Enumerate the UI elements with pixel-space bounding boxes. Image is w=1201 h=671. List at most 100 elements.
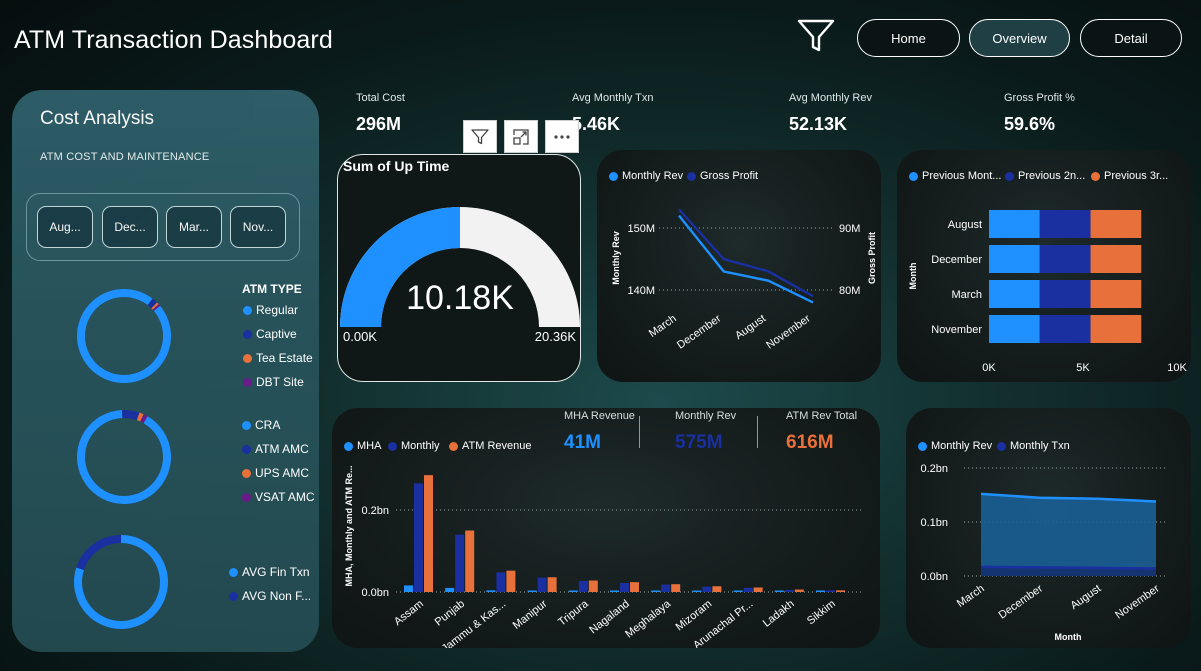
bar — [506, 570, 516, 592]
x-tick-label: November — [764, 312, 813, 351]
bar — [794, 589, 804, 592]
x-tick-label: December — [675, 312, 724, 351]
legend-label: Tea Estate — [256, 351, 313, 365]
bar — [784, 589, 794, 592]
area-monthly-rev — [981, 493, 1156, 576]
bar — [743, 587, 753, 592]
gauge-max: 20.36K — [534, 329, 576, 344]
bar — [486, 590, 496, 592]
x-tick-label: 0K — [982, 362, 996, 374]
slicer-august-button[interactable]: Aug... — [37, 206, 93, 248]
donut-slice-cra[interactable] — [77, 410, 171, 504]
bar — [455, 534, 465, 592]
legend-dot — [243, 377, 252, 387]
bar — [578, 580, 588, 592]
nav-detail-label: Detail — [1114, 30, 1148, 46]
x-tick-label: Meghalaya — [623, 597, 673, 640]
legend-item-avg-non-fin-txn[interactable]: AVG Non F... — [229, 589, 311, 603]
bar-segment — [989, 280, 1040, 308]
filter-icon — [471, 128, 489, 144]
bar-segment — [989, 245, 1040, 273]
slicer-november-button[interactable]: Nov... — [230, 206, 286, 248]
bar — [692, 590, 702, 592]
x-tick-label: Tripura — [556, 597, 591, 628]
filter-icon[interactable] — [796, 17, 836, 55]
slicer-march-button[interactable]: Mar... — [166, 206, 222, 248]
legend-item-regular[interactable]: Regular — [243, 303, 298, 317]
rev-txn-area-chart: 0.2bn 0.1bn 0.0bn March December August Novemb… — [920, 463, 1168, 642]
bar — [836, 590, 845, 592]
uptime-gauge-card[interactable]: Sum of Up Time 10.18K 0.00K 20.36K — [337, 154, 581, 382]
y2-tick-label: 90M — [839, 223, 860, 235]
nav-overview-button[interactable]: Overview — [969, 19, 1070, 57]
nav-home-button[interactable]: Home — [857, 19, 960, 57]
x-tick-label: Punjab — [433, 598, 467, 629]
legend-dot — [242, 492, 251, 502]
legend-label: DBT Site — [256, 375, 304, 389]
bar — [651, 590, 661, 592]
visual-filter-button[interactable] — [463, 120, 497, 153]
donut-slice-atm-amc[interactable] — [122, 410, 140, 421]
kpi-avg-monthly-txn-label: Avg Monthly Txn — [572, 92, 654, 104]
legend-item-atm-amc[interactable]: ATM AMC — [242, 442, 309, 456]
donut-slice-avg-non-f-[interactable] — [76, 535, 121, 570]
bar — [527, 590, 537, 592]
x-tick-label: March — [955, 583, 987, 610]
legend-item-captive[interactable]: Captive — [243, 327, 297, 341]
series-line-gross-profit — [678, 208, 814, 298]
slicer-december-button[interactable]: Dec... — [102, 206, 158, 248]
cost-donut-chart[interactable] — [72, 405, 176, 509]
rev-profit-line-chart: 150M 90M 140M 80M MarchDecember AugustNovembe… — [611, 208, 877, 352]
rev-profit-line-card[interactable]: Monthly Rev Gross Profit 150M 90M 140M 80M M… — [597, 150, 881, 382]
bar-segment — [1090, 315, 1142, 343]
slicer-august-label: Aug... — [49, 220, 81, 234]
bar — [661, 584, 671, 592]
bar — [568, 590, 578, 592]
cost-analysis-subtitle: ATM COST AND MAINTENANCE — [40, 151, 210, 163]
bar — [816, 590, 825, 592]
focus-mode-button[interactable] — [504, 120, 538, 153]
bar-segment — [1090, 245, 1142, 273]
legend-label: Regular — [256, 303, 299, 317]
kpi-total-cost-value: 296M — [356, 114, 402, 134]
legend-item-vsat-amc[interactable]: VSAT AMC — [242, 490, 315, 504]
more-options-button[interactable] — [545, 120, 579, 153]
nav-detail-button[interactable]: Detail — [1080, 19, 1182, 57]
legend-label: AVG Fin Txn — [242, 565, 310, 579]
series-line-monthly-rev — [678, 214, 814, 304]
x-tick-label: March — [647, 313, 679, 340]
state-revenue-column-chart: 0.2bn0.0bnAssam PunjabJammu & Kas... Manip… — [344, 466, 862, 648]
y-axis-title: Monthly Rev — [611, 231, 621, 285]
previous-months-bar-card[interactable]: Previous Mont... Previous 2n... Previous… — [897, 150, 1191, 382]
bar-segment — [1039, 315, 1091, 343]
x-tick-label: August — [733, 313, 768, 342]
legend-label: VSAT AMC — [255, 490, 315, 504]
state-revenue-card[interactable]: MHA Monthly ATM Revenue MHA Revenue 41M … — [332, 408, 880, 648]
slicer-december-label: Dec... — [114, 220, 146, 234]
legend-item-dbt-site[interactable]: DBT Site — [243, 375, 304, 389]
legend-item-cra[interactable]: CRA — [242, 418, 280, 432]
legend-dot — [242, 420, 251, 430]
y-tick-label: 0.1bn — [920, 517, 948, 529]
x-tick-label: Manipur — [511, 598, 550, 632]
bar-segment — [989, 210, 1040, 238]
bar — [702, 586, 712, 592]
month-slicer: Aug... Dec... Mar... Nov... — [26, 193, 300, 261]
expand-icon — [513, 128, 529, 145]
gauge-min: 0.00K — [343, 329, 377, 344]
legend-item-avg-fin-txn[interactable]: AVG Fin Txn — [229, 565, 310, 579]
txn-donut-chart[interactable] — [69, 530, 173, 634]
x-tick-label: Ladakh — [761, 598, 797, 630]
rev-txn-area-card[interactable]: Monthly Rev Monthly Txn 0.2bn 0.1bn 0.0bn M… — [906, 408, 1191, 648]
legend-item-tea-estate[interactable]: Tea Estate — [243, 351, 313, 365]
legend-item-ups-amc[interactable]: UPS AMC — [242, 466, 309, 480]
y-tick-label: March — [951, 289, 982, 301]
bar — [774, 590, 784, 592]
bar — [733, 590, 743, 592]
y-tick-label: December — [931, 254, 982, 266]
bar — [630, 582, 639, 592]
bar — [671, 584, 681, 592]
x-tick-label: Assam — [392, 598, 426, 628]
legend-label: AVG Non F... — [242, 589, 312, 603]
atm-type-donut-chart[interactable] — [72, 284, 176, 388]
